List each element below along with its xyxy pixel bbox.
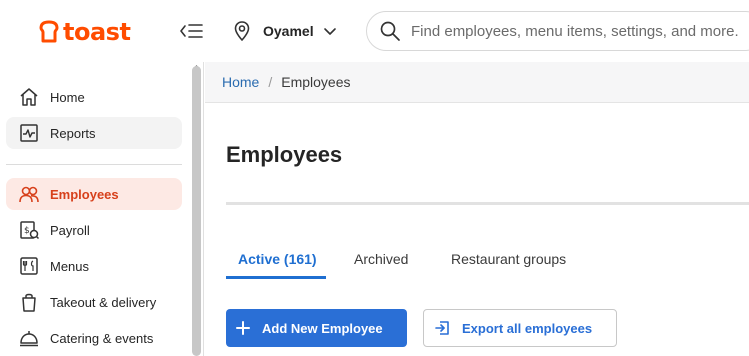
reports-icon [18,122,40,144]
plus-icon [236,321,250,335]
sidebar-item-label: Catering & events [50,330,154,346]
tab-active[interactable]: Active (161) [238,251,317,267]
sidebar-item-label: Menus [50,258,90,274]
sidebar-item-home[interactable]: Home [6,81,182,113]
menus-icon [18,255,40,277]
export-icon [435,321,449,335]
sidebar-item-menus[interactable]: Menus [6,250,182,282]
home-icon [18,86,40,108]
export-all-employees-button[interactable]: Export all employees [423,309,617,347]
top-bar: toast Oyamel [0,0,749,62]
breadcrumb-current: Employees [281,74,351,90]
sidebar-item-label: Payroll [50,222,90,238]
toast-logo-icon [39,20,59,43]
sidebar-item-catering[interactable]: Catering & events [6,322,182,354]
sidebar-item-label: Reports [50,125,96,141]
sidebar-item-takeout[interactable]: Takeout & delivery [6,286,182,318]
brand-name: toast [63,18,131,46]
title-divider [226,202,749,205]
location-selector[interactable]: Oyamel [231,17,337,45]
sidebar-item-label: Home [50,89,85,105]
sidebar-item-reports[interactable]: Reports [6,117,182,149]
sidebar-item-payroll[interactable]: $ Payroll [6,214,182,246]
sidebar-item-employees[interactable]: Employees [6,178,182,210]
add-new-employee-button[interactable]: Add New Employee [226,309,407,347]
tab-restaurant-groups[interactable]: Restaurant groups [451,251,566,267]
collapse-sidebar-button[interactable] [178,19,204,43]
location-name: Oyamel [263,23,314,39]
sidebar-item-label: Takeout & delivery [50,294,157,310]
employees-icon [18,183,40,205]
sidebar-scrollbar[interactable] [192,66,201,356]
active-tab-indicator [226,276,326,279]
global-search[interactable] [366,11,749,51]
payroll-icon: $ [18,219,40,241]
chevron-down-icon [323,28,336,35]
sidebar-item-label: Employees [50,186,119,202]
collapse-menu-icon [180,24,203,38]
sidebar-divider [6,164,182,165]
breadcrumb: Home / Employees [205,62,749,103]
toast-logo[interactable]: toast [36,16,131,48]
tab-archived[interactable]: Archived [354,251,408,267]
search-input[interactable] [411,22,749,40]
breadcrumb-separator: / [268,74,273,90]
svg-text:$: $ [24,226,30,236]
location-pin-icon [234,21,250,42]
breadcrumb-home-link[interactable]: Home [222,74,259,90]
export-all-employees-label: Export all employees [462,320,593,336]
takeout-icon [18,291,40,313]
catering-icon [18,327,40,349]
search-icon [380,21,400,41]
page-title: Employees [226,142,343,167]
add-new-employee-label: Add New Employee [262,320,383,336]
